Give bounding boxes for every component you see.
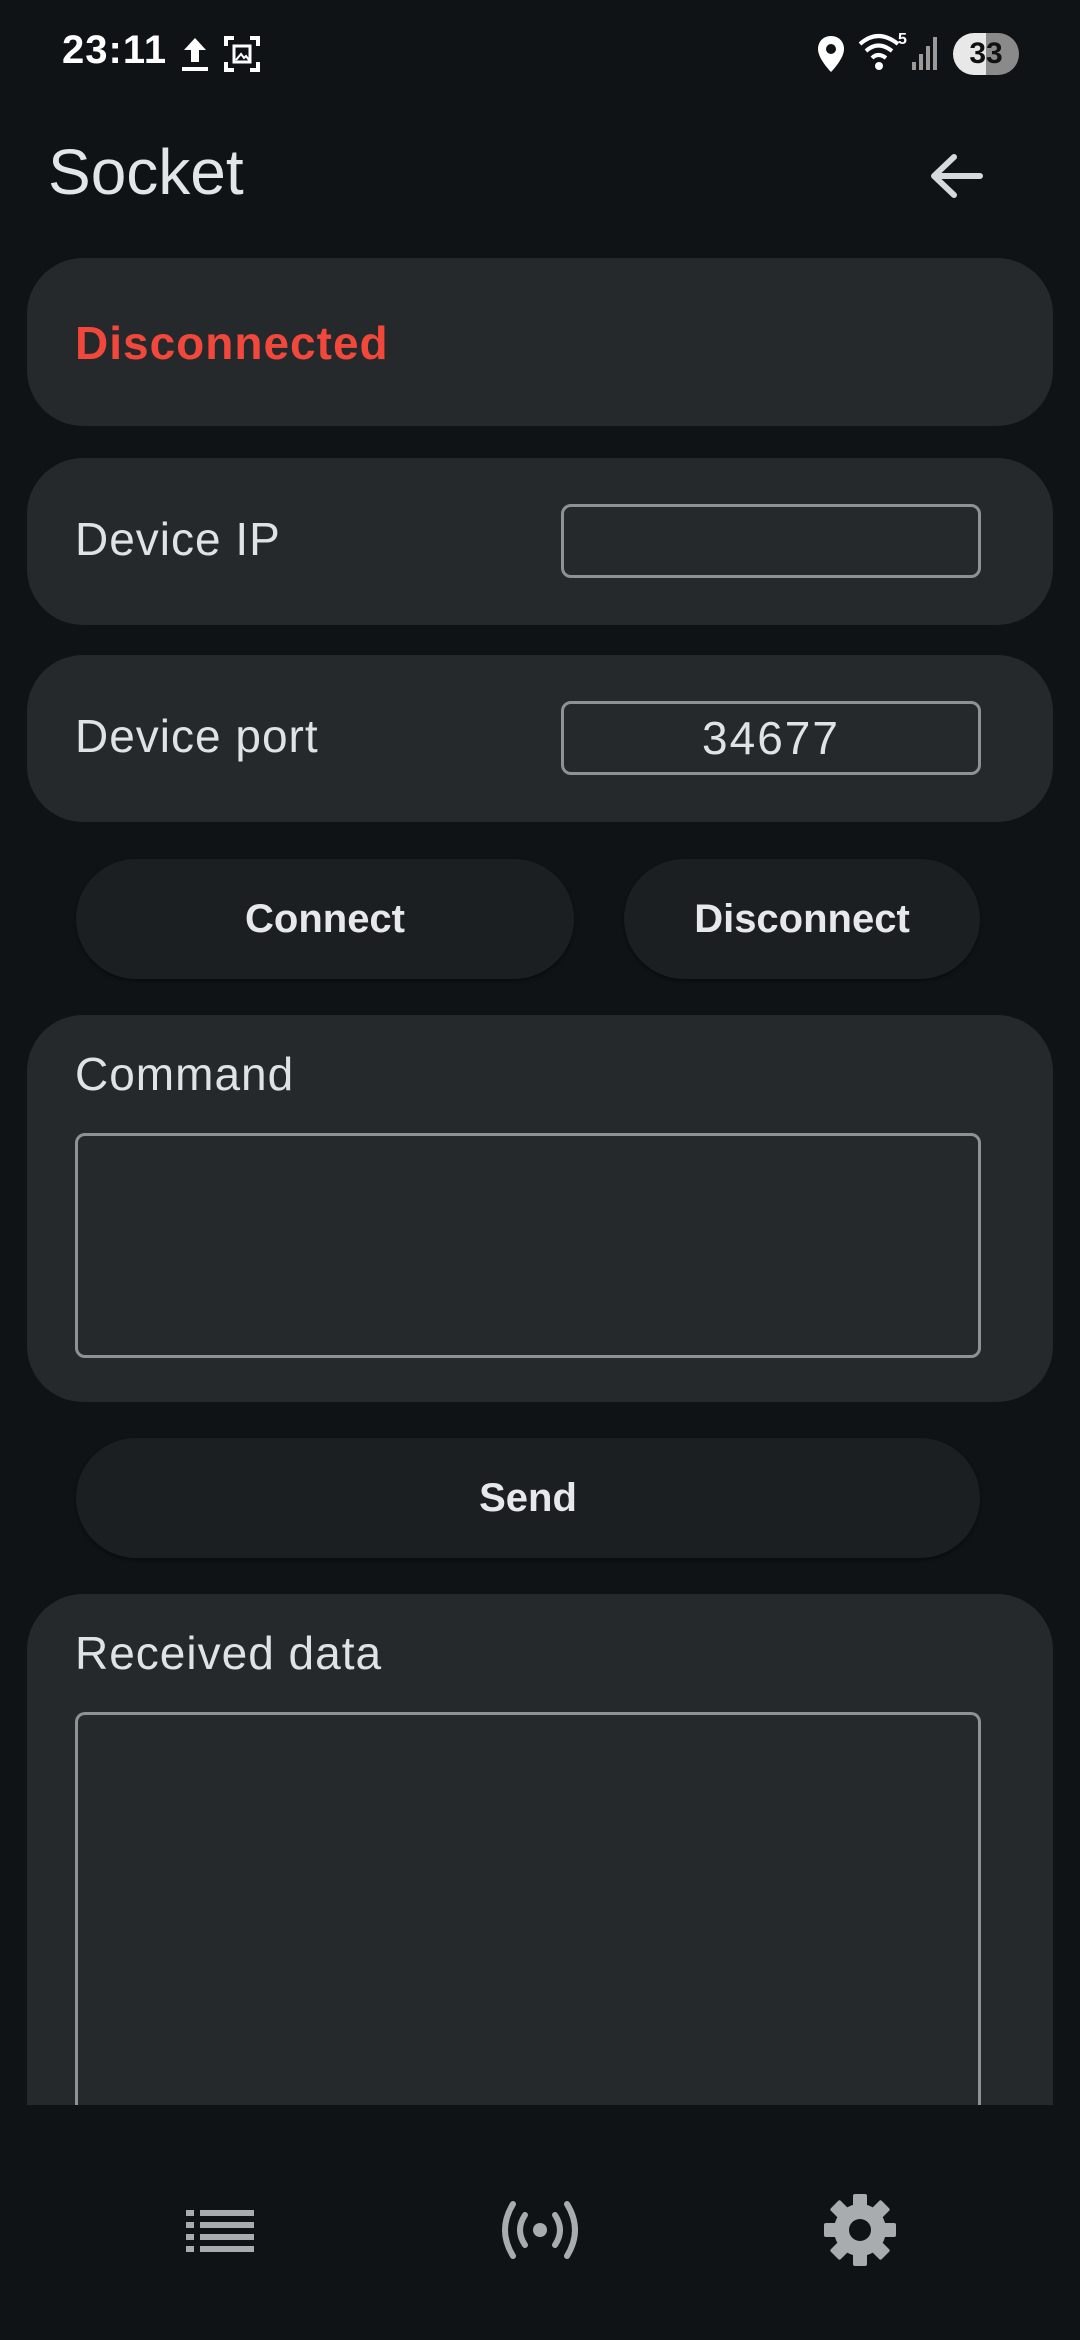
location-icon: [816, 34, 846, 79]
page-title: Socket: [48, 136, 244, 208]
connection-status-card: Disconnected: [27, 258, 1053, 426]
nav-item-socket[interactable]: [490, 2185, 590, 2275]
status-time: 23:11: [62, 28, 168, 72]
socket-screen: 23:11 5 33 Socket Disconnected Device IP…: [0, 0, 1080, 2340]
nav-item-settings[interactable]: [810, 2185, 910, 2275]
signal-icon: [910, 34, 940, 77]
device-ip-input[interactable]: [561, 504, 981, 578]
broadcast-icon: [502, 2201, 578, 2259]
upload-icon: [178, 34, 212, 79]
device-port-input[interactable]: [561, 701, 981, 775]
send-button[interactable]: Send: [76, 1438, 980, 1558]
battery-icon: 33: [953, 33, 1019, 75]
connection-status-text: Disconnected: [75, 317, 389, 369]
list-icon: [186, 2210, 254, 2252]
nav-item-list[interactable]: [170, 2185, 270, 2275]
device-port-label: Device port: [75, 710, 319, 762]
connect-button[interactable]: Connect: [76, 859, 574, 979]
screenshot-icon: [222, 34, 262, 79]
disconnect-button[interactable]: Disconnect: [624, 859, 980, 979]
arrow-back-icon: [931, 154, 983, 198]
bottom-navigation: [0, 2105, 1080, 2340]
command-input[interactable]: [75, 1133, 981, 1358]
command-label: Command: [75, 1048, 295, 1100]
received-data-card: Received data: [27, 1594, 1053, 2132]
back-button[interactable]: [920, 140, 992, 212]
device-ip-label: Device IP: [75, 513, 281, 565]
device-port-card: Device port: [27, 655, 1053, 822]
received-data-output[interactable]: [75, 1712, 981, 2132]
wifi-icon: 5: [858, 30, 908, 79]
device-ip-card: Device IP: [27, 458, 1053, 625]
status-bar: 23:11 5 33: [0, 0, 1080, 110]
svg-text:5: 5: [898, 31, 907, 48]
received-data-label: Received data: [75, 1627, 383, 1679]
command-card: Command: [27, 1015, 1053, 1402]
gear-icon: [824, 2194, 896, 2266]
